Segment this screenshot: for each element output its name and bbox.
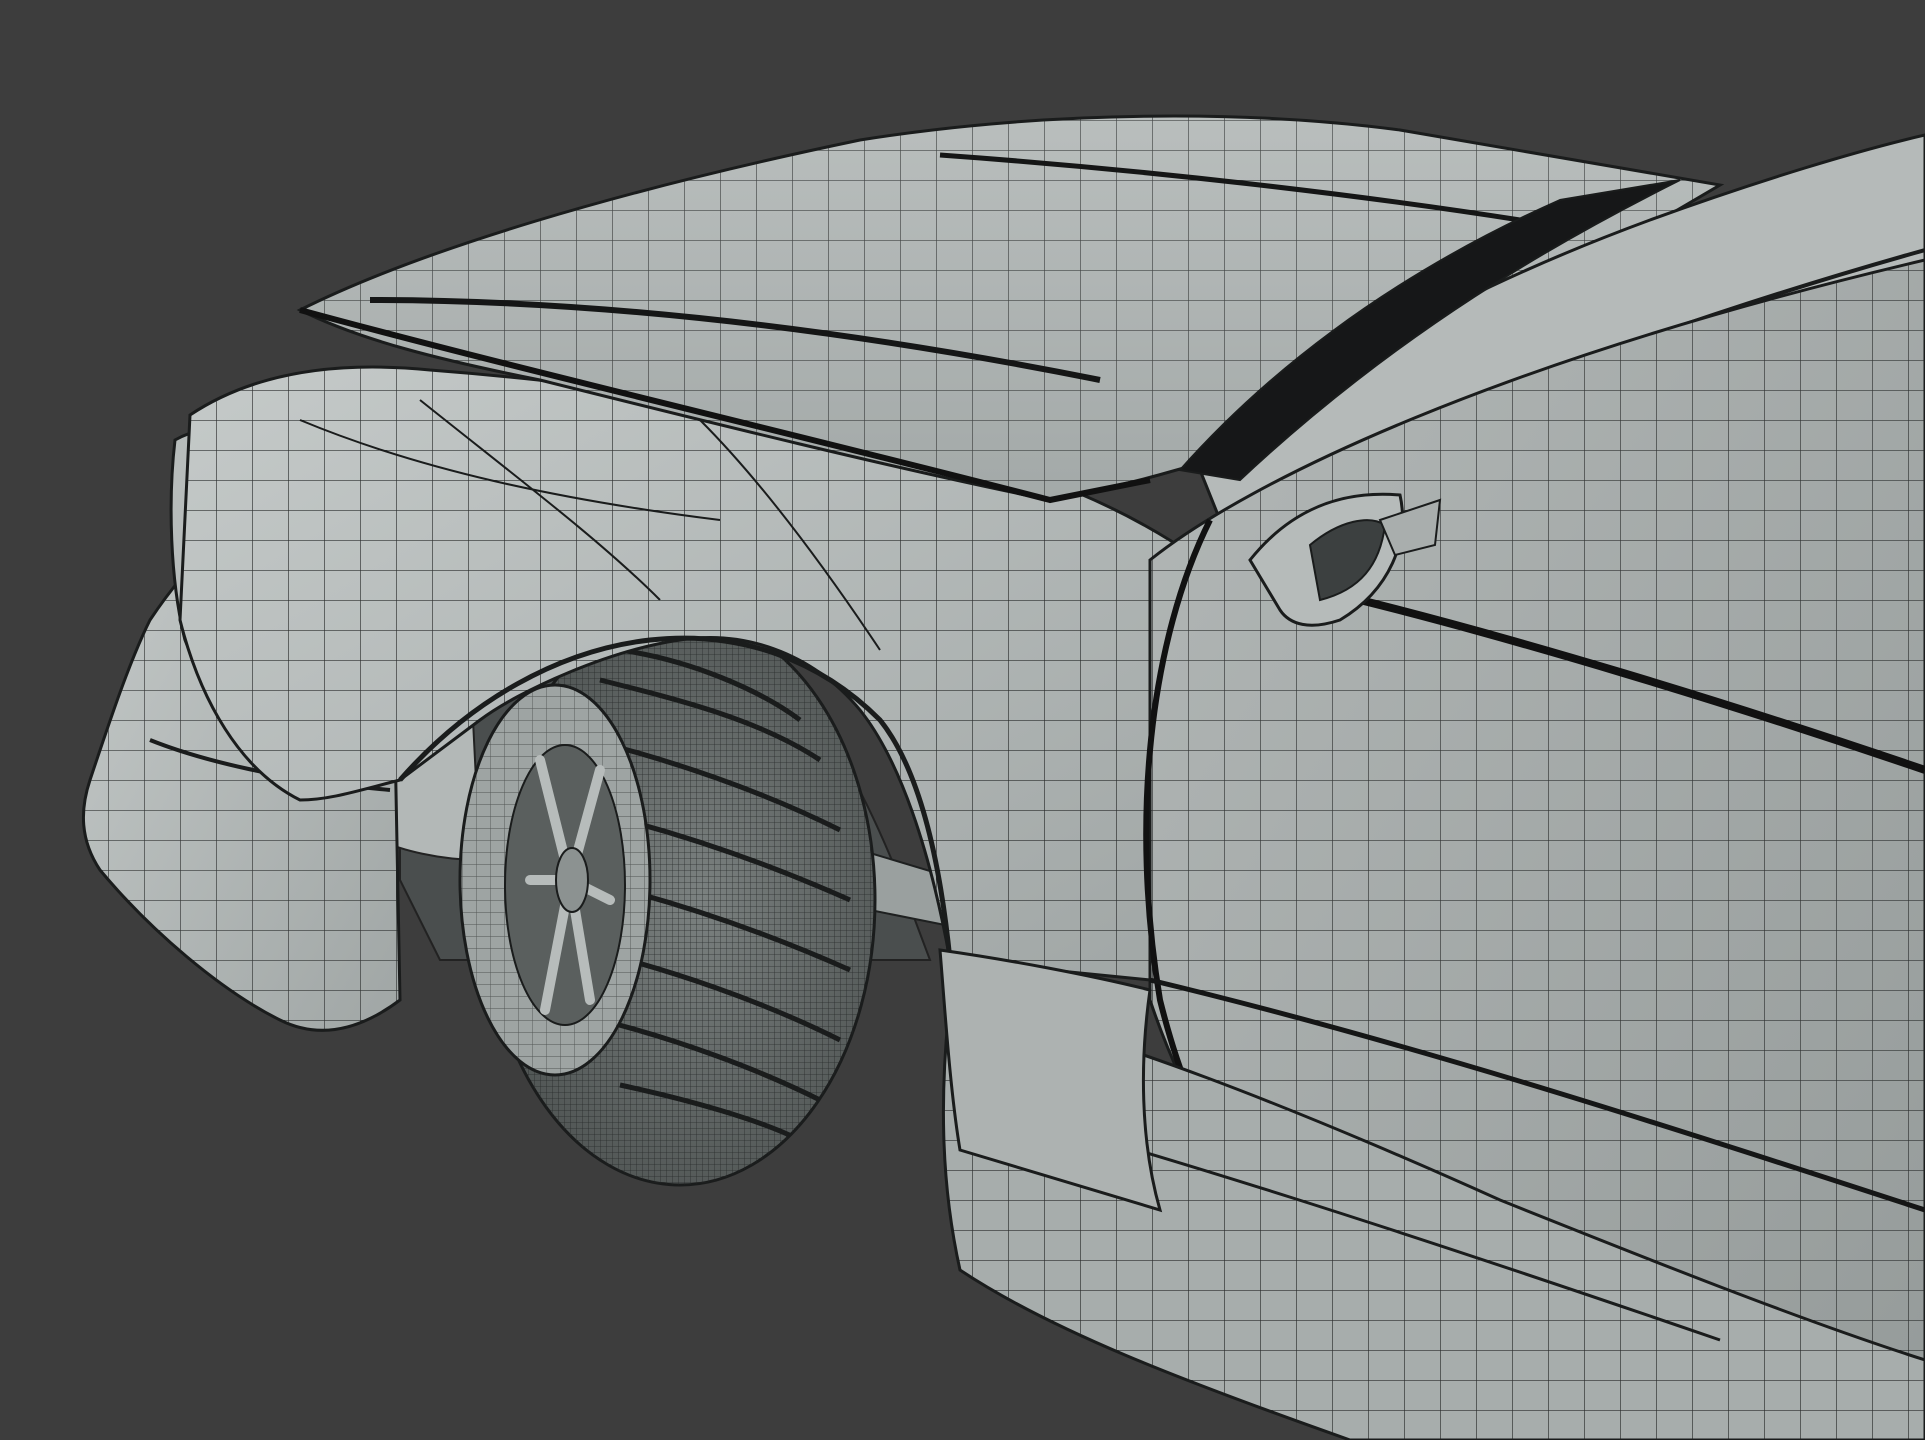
car-render bbox=[0, 0, 1925, 1440]
wheel-rim bbox=[458, 683, 652, 1077]
3d-viewport[interactable] bbox=[0, 0, 1925, 1440]
